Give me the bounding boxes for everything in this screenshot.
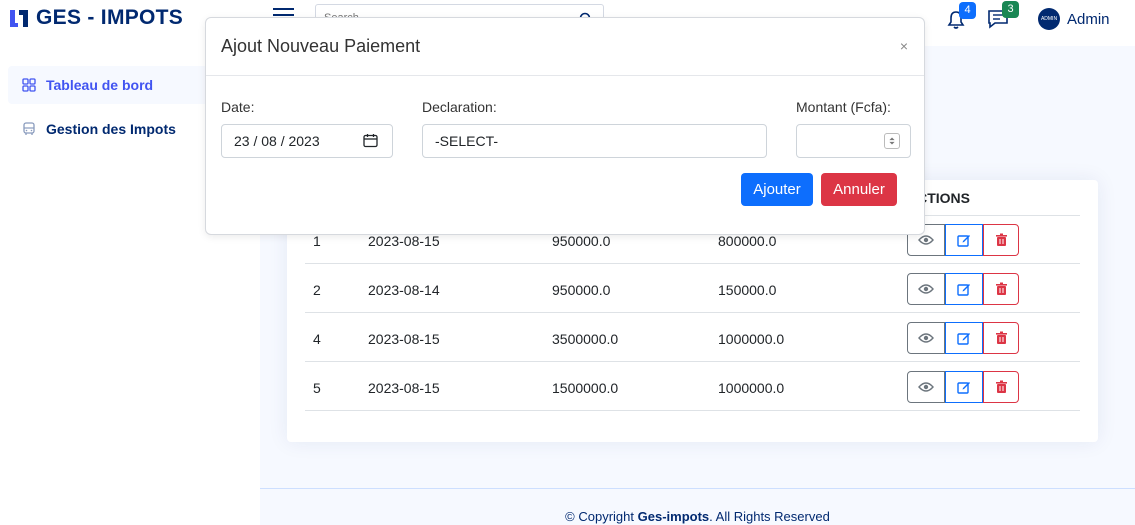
- trash-icon: [995, 380, 1007, 393]
- cell-amount: 950000.0: [552, 282, 611, 298]
- edit-icon: [957, 284, 970, 296]
- table-row: 2 2023-08-14 950000.0 150000.0: [305, 264, 1080, 313]
- delete-button[interactable]: [983, 371, 1019, 403]
- avatar[interactable]: ADMIN: [1038, 8, 1060, 30]
- edit-button[interactable]: [945, 371, 983, 403]
- add-payment-modal: Ajout Nouveau Paiement × Date: 23 / 08 /…: [205, 17, 925, 235]
- trash-icon: [995, 331, 1007, 344]
- sidebar-item-label: Tableau de bord: [46, 77, 154, 93]
- cancel-button[interactable]: Annuler: [821, 173, 897, 206]
- declaration-label: Declaration:: [422, 99, 497, 115]
- number-stepper-icon[interactable]: [884, 133, 900, 149]
- sidebar-item-dashboard[interactable]: Tableau de bord: [8, 66, 208, 104]
- cell-amount: 950000.0: [552, 233, 611, 249]
- delete-button[interactable]: [983, 224, 1019, 256]
- logo-icon: [10, 10, 28, 27]
- cell-paid: 150000.0: [718, 282, 777, 298]
- edit-icon: [957, 333, 970, 345]
- footer: © Copyright Ges-impots. All Rights Reser…: [260, 488, 1135, 525]
- table-row: 5 2023-08-15 1500000.0 1000000.0: [305, 362, 1080, 411]
- row-actions: [907, 273, 1019, 305]
- footer-brand: Ges-impots: [637, 509, 710, 524]
- sidebar-item-gestion-impots[interactable]: Gestion des Impots: [8, 110, 208, 148]
- sidebar-item-label: Gestion des Impots: [46, 121, 176, 137]
- footer-copyright: © Copyright: [565, 509, 634, 524]
- date-field[interactable]: 23 / 08 / 2023: [221, 124, 393, 158]
- calendar-icon[interactable]: [363, 133, 378, 148]
- cell-amount: 1500000.0: [552, 380, 619, 396]
- view-button[interactable]: [907, 273, 945, 305]
- bus-icon: [23, 122, 35, 135]
- add-button[interactable]: Ajouter: [741, 173, 813, 206]
- row-actions: [907, 322, 1019, 354]
- cell-date: 2023-08-15: [368, 331, 440, 347]
- edit-icon: [957, 235, 970, 247]
- cell-date: 2023-08-15: [368, 380, 440, 396]
- trash-icon: [995, 282, 1007, 295]
- footer-rights: . All Rights Reserved: [709, 509, 830, 524]
- notifications-button[interactable]: 4: [946, 2, 976, 35]
- edit-button[interactable]: [945, 224, 983, 256]
- cell-date: 2023-08-14: [368, 282, 440, 298]
- cell-paid: 800000.0: [718, 233, 777, 249]
- delete-button[interactable]: [983, 273, 1019, 305]
- eye-icon: [918, 333, 934, 343]
- declaration-value: -SELECT-: [435, 133, 499, 149]
- user-name[interactable]: Admin: [1067, 11, 1110, 28]
- date-value: 23 / 08 / 2023: [234, 133, 320, 149]
- cell-amount: 3500000.0: [552, 331, 619, 347]
- table-row: 4 2023-08-15 3500000.0 1000000.0: [305, 313, 1080, 362]
- cell-id: 4: [313, 331, 321, 347]
- edit-button[interactable]: [945, 322, 983, 354]
- notifications-badge: 4: [959, 2, 976, 19]
- delete-button[interactable]: [983, 322, 1019, 354]
- montant-label: Montant (Fcfa):: [796, 99, 891, 115]
- cell-id: 5: [313, 380, 321, 396]
- modal-title: Ajout Nouveau Paiement: [221, 36, 421, 56]
- modal-divider: [206, 75, 924, 76]
- logo[interactable]: GES - IMPOTS: [8, 6, 183, 30]
- row-actions: [907, 371, 1019, 403]
- cell-paid: 1000000.0: [718, 380, 785, 396]
- date-label: Date:: [221, 99, 255, 115]
- eye-icon: [918, 382, 934, 392]
- close-icon[interactable]: ×: [900, 38, 908, 54]
- messages-badge: 3: [1002, 1, 1019, 18]
- trash-icon: [995, 233, 1007, 246]
- view-button[interactable]: [907, 322, 945, 354]
- cell-id: 1: [313, 233, 321, 249]
- edit-icon: [957, 382, 970, 394]
- edit-button[interactable]: [945, 273, 983, 305]
- grid-icon: [22, 78, 36, 92]
- declaration-select[interactable]: -SELECT-: [422, 124, 767, 158]
- montant-field[interactable]: [796, 124, 911, 158]
- cell-id: 2: [313, 282, 321, 298]
- cell-paid: 1000000.0: [718, 331, 785, 347]
- cell-date: 2023-08-15: [368, 233, 440, 249]
- eye-icon: [918, 235, 934, 245]
- eye-icon: [918, 284, 934, 294]
- brand-name: GES - IMPOTS: [36, 6, 184, 29]
- view-button[interactable]: [907, 371, 945, 403]
- messages-button[interactable]: 3: [987, 1, 1019, 34]
